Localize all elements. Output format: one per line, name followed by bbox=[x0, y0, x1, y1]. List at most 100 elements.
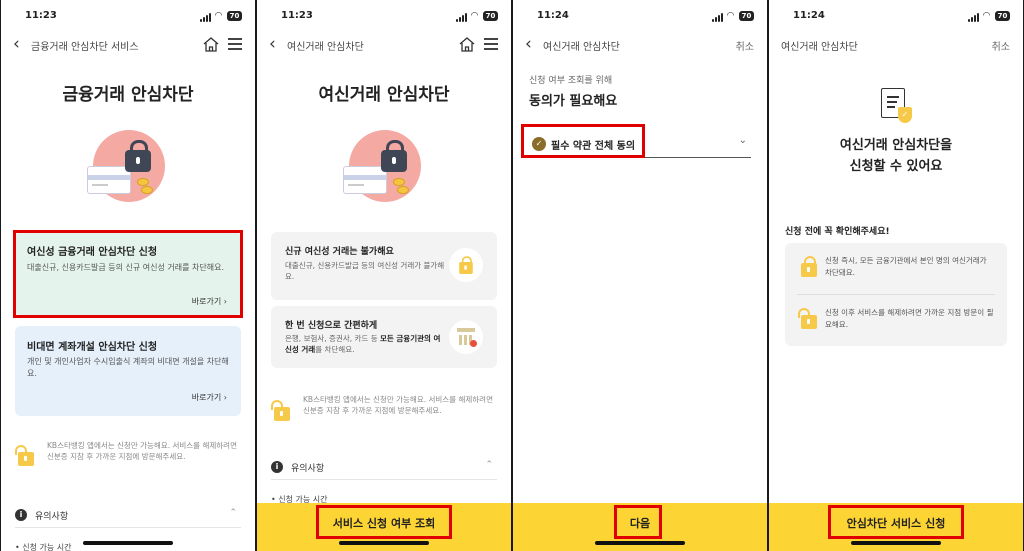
chevron-up-icon: ⌃ bbox=[229, 508, 237, 518]
battery-icon: 70 bbox=[227, 11, 242, 21]
home-indicator bbox=[339, 541, 429, 545]
info-icon: i bbox=[15, 509, 27, 521]
signal-icon bbox=[968, 13, 980, 22]
wifi-icon: ◠ bbox=[215, 11, 222, 21]
chevron-down-icon[interactable]: ⌄ bbox=[739, 135, 747, 146]
info-note: KB스타뱅킹 앱에서는 신청만 가능해요. 서비스를 해제하려면 신분증 지참 … bbox=[47, 441, 237, 461]
lock-icon bbox=[125, 140, 151, 172]
status-icons: ◠ 70 bbox=[968, 11, 1010, 22]
status-time: 11:24 bbox=[793, 10, 825, 21]
hamburger-menu-icon[interactable] bbox=[484, 38, 498, 50]
wifi-icon: ◠ bbox=[471, 11, 478, 21]
caution-section[interactable]: i 유의사항 ⌃ bbox=[271, 458, 497, 480]
info-card-desc: 대출신규, 신용카드발급 등의 여신성 거래가 불가해요. bbox=[285, 261, 445, 281]
back-chevron-icon[interactable]: ‹ bbox=[525, 34, 532, 54]
consent-subtitle: 신청 여부 조회를 위해 bbox=[529, 76, 613, 86]
check-before-label: 신청 전에 꼭 확인해주세요! bbox=[785, 227, 890, 237]
nav-bar: ‹ 여신거래 안심차단 bbox=[257, 34, 511, 56]
status-bar: 11:23 ◠ 70 bbox=[1, 9, 255, 25]
padlock-bubble bbox=[449, 248, 483, 282]
status-icons: ◠ 70 bbox=[200, 11, 242, 22]
highlight-box bbox=[614, 505, 662, 539]
padlock-icon bbox=[798, 308, 817, 329]
info-icon: i bbox=[271, 461, 283, 473]
highlight-box bbox=[521, 124, 645, 158]
back-chevron-icon[interactable]: ‹ bbox=[269, 34, 276, 54]
nav-bar: ‹ 금융거래 안심차단 서비스 bbox=[1, 34, 255, 56]
notice-row: 신청 이후 서비스를 해제하려면 가까운 지점 방문이 필요해요. bbox=[797, 295, 995, 345]
signal-icon bbox=[712, 13, 724, 22]
wifi-icon: ◠ bbox=[727, 11, 734, 21]
status-time: 11:23 bbox=[25, 10, 57, 21]
consent-heading: 동의가 필요해요 bbox=[529, 94, 618, 109]
caution-label: 유의사항 bbox=[291, 464, 325, 474]
lock-illustration bbox=[87, 130, 165, 208]
nav-title: 여신거래 안심차단 bbox=[781, 42, 858, 53]
document-shield-icon: ✓ bbox=[881, 88, 912, 123]
battery-icon: 70 bbox=[739, 11, 754, 21]
signal-icon bbox=[200, 13, 212, 22]
notice-row: 신청 즉시, 모든 금융기관에서 본인 명의 여신거래가 차단돼요. bbox=[797, 243, 995, 293]
status-bar: 11:24 ◠ 70 bbox=[513, 9, 767, 25]
status-bar: 11:23 ◠ 70 bbox=[257, 9, 511, 25]
back-chevron-icon[interactable]: ‹ bbox=[13, 34, 20, 54]
nonface-account-block-card[interactable]: 비대면 계좌개설 안심차단 신청 개인 및 개인사업자 수시입출식 계좌의 비대… bbox=[15, 326, 241, 416]
status-time: 11:23 bbox=[281, 10, 313, 21]
battery-icon: 70 bbox=[483, 11, 498, 21]
apply-title: 여신거래 안심차단을 신청할 수 있어요 bbox=[839, 138, 953, 174]
caution-label: 유의사항 bbox=[35, 512, 69, 522]
padlock-icon bbox=[459, 256, 473, 274]
padlock-icon bbox=[801, 256, 817, 277]
link-label: 바로가기 bbox=[191, 393, 222, 402]
home-icon[interactable] bbox=[459, 37, 475, 52]
wifi-icon: ◠ bbox=[983, 11, 990, 21]
account-block-card-title: 비대면 계좌개설 안심차단 신청 bbox=[27, 342, 158, 353]
nav-title: 여신거래 안심차단 bbox=[287, 42, 364, 53]
screen-apply-available: 11:24 ◠ 70 여신거래 안심차단 취소 ✓ 여신거래 안심차단을 신청할… bbox=[769, 0, 1023, 551]
info-note: KB스타뱅킹 앱에서는 신청만 가능해요. 서비스를 해제하려면 신분증 지참 … bbox=[303, 395, 493, 415]
status-time: 11:24 bbox=[537, 10, 569, 21]
highlight-box bbox=[13, 230, 243, 318]
highlight-box bbox=[828, 505, 964, 539]
coin-icon bbox=[393, 178, 405, 186]
lock-illustration bbox=[343, 130, 421, 208]
notice-text: 신청 즉시, 모든 금융기관에서 본인 명의 여신거래가 차단돼요. bbox=[825, 256, 987, 277]
page-title: 여신거래 안심차단 bbox=[318, 85, 450, 105]
status-bar: 11:24 ◠ 70 bbox=[769, 9, 1023, 25]
account-block-link[interactable]: 바로가기 › bbox=[192, 392, 227, 403]
info-card-desc: 은행, 보험사, 증권사, 카드 등 모든 금융기관의 여신성 거래를 차단해요… bbox=[285, 334, 441, 354]
screen-financial-safe-block: 11:23 ◠ 70 ‹ 금융거래 안심차단 서비스 금융거래 안심차단 여신성… bbox=[1, 0, 255, 551]
info-card-one-step: 한 번 신청으로 간편하게 은행, 보험사, 증권사, 카드 등 모든 금융기관… bbox=[271, 306, 497, 368]
padlock-icon bbox=[271, 400, 290, 421]
status-icons: ◠ 70 bbox=[456, 11, 498, 22]
bank-icon bbox=[457, 328, 477, 347]
hamburger-menu-icon[interactable] bbox=[228, 38, 242, 50]
notice-text: 신청 이후 서비스를 해제하려면 가까운 지점 방문이 필요해요. bbox=[825, 308, 994, 329]
cancel-button[interactable]: 취소 bbox=[736, 38, 754, 53]
status-icons: ◠ 70 bbox=[712, 11, 754, 22]
nav-title: 금융거래 안심차단 서비스 bbox=[31, 42, 139, 53]
info-card-title: 한 번 신청으로 간편하게 bbox=[285, 321, 378, 331]
caution-item: • 신청 가능 시간 bbox=[15, 543, 72, 551]
coin-icon bbox=[137, 178, 149, 186]
cancel-button[interactable]: 취소 bbox=[992, 38, 1010, 53]
caution-section[interactable]: i 유의사항 ⌃ bbox=[15, 506, 241, 528]
info-card-no-new-loans: 신규 여신성 거래는 불가해요 대출신규, 신용카드발급 등의 여신성 거래가 … bbox=[271, 232, 497, 300]
account-block-card-desc: 개인 및 개인사업자 수시입출식 계좌의 비대면 개설을 차단해요. bbox=[27, 357, 229, 378]
bank-bubble bbox=[449, 320, 483, 354]
signal-icon bbox=[456, 13, 468, 22]
info-card-title: 신규 여신성 거래는 불가해요 bbox=[285, 247, 394, 257]
home-indicator bbox=[83, 541, 173, 545]
screen-consent: 11:24 ◠ 70 ‹ 여신거래 안심차단 취소 신청 여부 조회를 위해 동… bbox=[513, 0, 767, 551]
chevron-up-icon: ⌃ bbox=[485, 460, 493, 470]
home-icon[interactable] bbox=[203, 37, 219, 52]
battery-icon: 70 bbox=[995, 11, 1010, 21]
nav-title: 여신거래 안심차단 bbox=[543, 42, 620, 53]
home-indicator bbox=[851, 541, 941, 545]
home-indicator bbox=[595, 541, 685, 545]
padlock-icon bbox=[15, 445, 34, 466]
screen-loan-safe-block: 11:23 ◠ 70 ‹ 여신거래 안심차단 여신거래 안심차단 신규 여신성 … bbox=[257, 0, 511, 551]
notice-card: 신청 즉시, 모든 금융기관에서 본인 명의 여신거래가 차단돼요. 신청 이후… bbox=[785, 243, 1007, 346]
nav-bar: ‹ 여신거래 안심차단 취소 bbox=[513, 34, 767, 56]
lock-icon bbox=[381, 140, 407, 172]
